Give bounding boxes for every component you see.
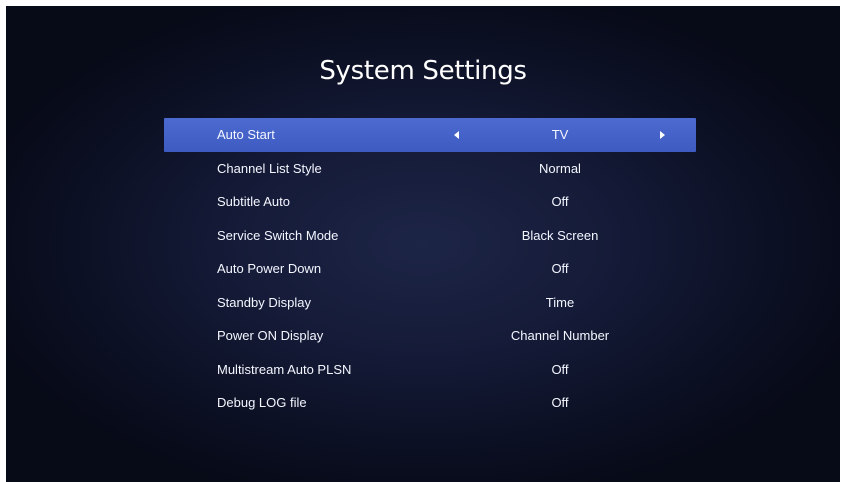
setting-row-auto-start[interactable]: Auto Start TV [164, 118, 696, 152]
setting-row-standby-display[interactable]: Standby Display Time [164, 286, 696, 320]
page-title: System Settings [319, 56, 527, 86]
setting-value: Off [551, 395, 569, 410]
setting-value: Off [551, 361, 569, 377]
setting-value: TV [551, 127, 569, 142]
setting-row-multistream-auto-plsn[interactable]: Multistream Auto PLSN Off [164, 353, 696, 387]
setting-value: Channel Number [510, 328, 610, 343]
setting-label: Service Switch Mode [217, 227, 339, 243]
setting-row-power-on-display[interactable]: Power ON Display Channel Number [164, 319, 696, 353]
setting-label: Channel List Style [217, 160, 322, 176]
setting-value: Time [545, 294, 575, 310]
settings-list: Auto Start TV Channel List Style Normal … [164, 118, 696, 420]
setting-label: Auto Power Down [217, 261, 322, 276]
setting-label: Debug LOG file [217, 395, 307, 410]
setting-label: Standby Display [217, 294, 311, 310]
arrow-left-icon[interactable] [454, 131, 459, 139]
setting-row-channel-list-style[interactable]: Channel List Style Normal [164, 152, 696, 186]
setting-value: Off [551, 261, 569, 276]
setting-label: Multistream Auto PLSN [217, 361, 352, 377]
setting-value: Off [551, 194, 569, 209]
setting-value: Black Screen [521, 227, 599, 243]
setting-label: Subtitle Auto [217, 194, 290, 209]
setting-label: Power ON Display [217, 328, 324, 343]
setting-row-debug-log-file[interactable]: Debug LOG file Off [164, 386, 696, 420]
setting-label: Auto Start [217, 127, 275, 142]
setting-row-subtitle-auto[interactable]: Subtitle Auto Off [164, 185, 696, 219]
tv-screen: System Settings Auto Start TV Channel Li… [6, 6, 840, 482]
setting-value: Normal [539, 160, 581, 176]
setting-row-auto-power-down[interactable]: Auto Power Down Off [164, 252, 696, 286]
setting-row-service-switch-mode[interactable]: Service Switch Mode Black Screen [164, 219, 696, 253]
arrow-right-icon[interactable] [660, 131, 665, 139]
